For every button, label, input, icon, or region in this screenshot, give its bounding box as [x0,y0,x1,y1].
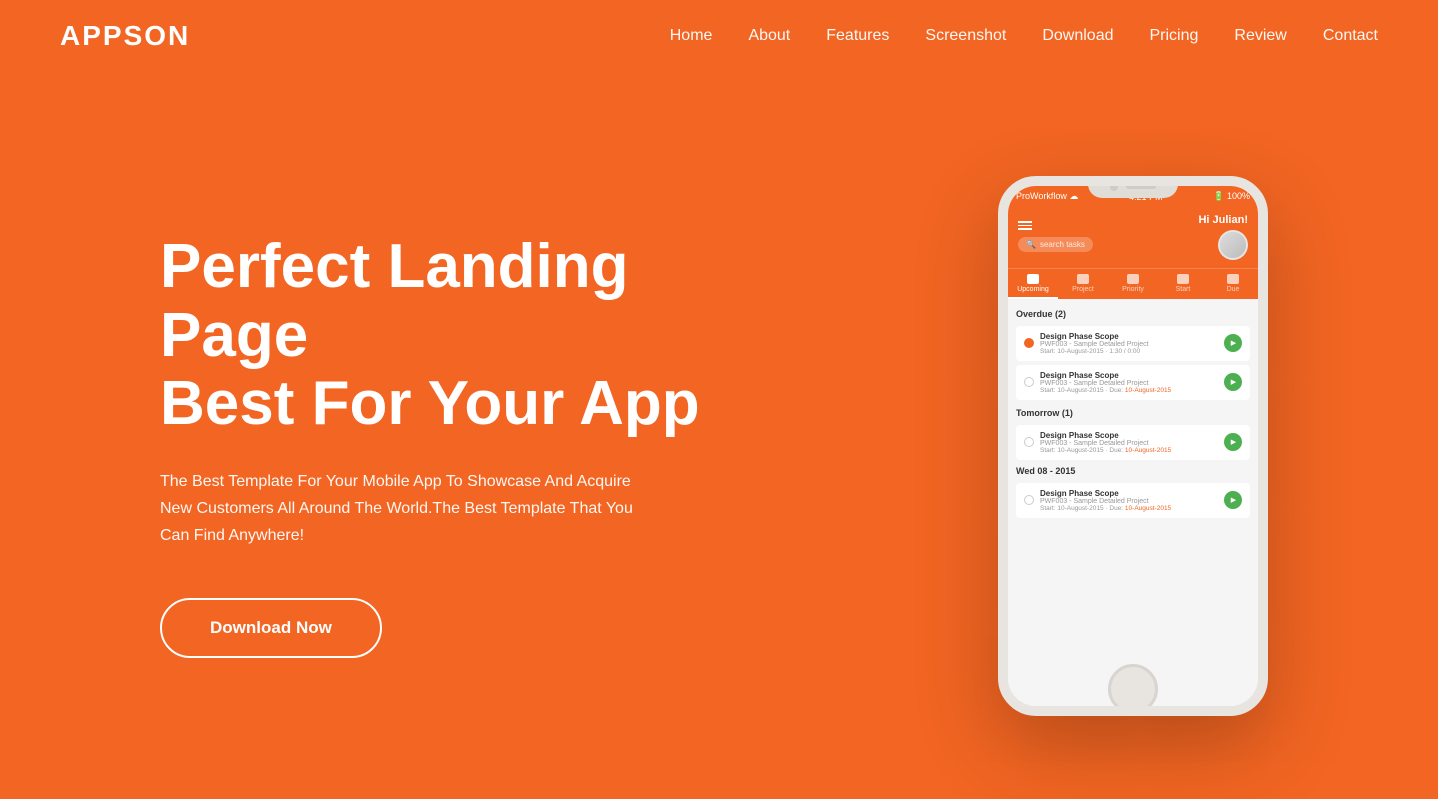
app-task-list: Overdue (2) Design Phase Scope PWF003 - … [1008,299,1258,706]
nav-features[interactable]: Features [826,27,889,44]
task-name: Design Phase Scope [1040,371,1218,380]
tab-start[interactable]: Start [1158,269,1208,299]
search-icon: 🔍 [1026,240,1036,249]
task-play-button[interactable] [1224,433,1242,451]
app-search-bar[interactable]: 🔍 search tasks [1018,237,1093,252]
app-header: 🔍 search tasks Hi Julian! [1008,208,1258,268]
task-dates: Start: 10-August-2015 · Due: 10-August-2… [1040,447,1218,454]
phone-speaker [1126,184,1156,189]
task-item[interactable]: Design Phase Scope PWF003 - Sample Detai… [1016,483,1250,518]
task-name: Design Phase Scope [1040,431,1218,440]
hero-content: Perfect Landing Page Best For Your App T… [160,233,740,657]
task-info: Design Phase Scope PWF003 - Sample Detai… [1040,332,1218,355]
brand-logo: APPSON [60,20,190,52]
nav-pricing[interactable]: Pricing [1149,27,1198,44]
user-avatar [1218,230,1248,260]
status-app-name: ProWorkflow ☁ [1016,191,1078,202]
task-project: PWF003 - Sample Detailed Project [1040,341,1218,348]
tab-priority[interactable]: Priority [1108,269,1158,299]
start-icon [1177,274,1189,284]
task-play-button[interactable] [1224,373,1242,391]
task-dates: Start: 10-August-2015 · 1:30 / 0:00 [1040,348,1218,355]
phone-top-bar [1088,176,1178,198]
task-name: Design Phase Scope [1040,489,1218,498]
task-info: Design Phase Scope PWF003 - Sample Detai… [1040,431,1218,454]
tab-upcoming-label: Upcoming [1017,286,1049,293]
nav-home[interactable]: Home [670,27,713,44]
task-project: PWF003 - Sample Detailed Project [1040,440,1218,447]
phone-frame: ProWorkflow ☁ 4:21 PM 🔋 100% 🔍 search ta… [998,176,1268,716]
hero-title-line2: Best For Your App [160,369,700,438]
tab-project-label: Project [1072,286,1094,293]
nav-review[interactable]: Review [1234,27,1286,44]
tab-start-label: Start [1176,286,1191,293]
navbar: APPSON Home About Features Screenshot Do… [0,0,1438,72]
project-icon [1077,274,1089,284]
phone-mockup: ProWorkflow ☁ 4:21 PM 🔋 100% 🔍 search ta… [998,176,1298,716]
nav-links: Home About Features Screenshot Download … [670,27,1378,45]
task-project: PWF003 - Sample Detailed Project [1040,380,1218,387]
nav-screenshot[interactable]: Screenshot [925,27,1006,44]
upcoming-icon [1027,274,1039,284]
tab-due-label: Due [1227,286,1240,293]
nav-download[interactable]: Download [1042,27,1113,44]
hamburger-icon[interactable] [1018,221,1093,230]
tab-project[interactable]: Project [1058,269,1108,299]
task-item[interactable]: Design Phase Scope PWF003 - Sample Detai… [1016,326,1250,361]
task-start-date: Start: 10-August-2015 [1040,348,1104,355]
task-item[interactable]: Design Phase Scope PWF003 - Sample Detai… [1016,365,1250,400]
phone-screen: ProWorkflow ☁ 4:21 PM 🔋 100% 🔍 search ta… [1008,186,1258,706]
task-item[interactable]: Design Phase Scope PWF003 - Sample Detai… [1016,425,1250,460]
app-greeting: Hi Julian! [1198,214,1248,226]
task-play-button[interactable] [1224,334,1242,352]
task-info: Design Phase Scope PWF003 - Sample Detai… [1040,489,1218,512]
task-dates: Start: 10-August-2015 · Due: 10-August-2… [1040,505,1218,512]
task-play-button[interactable] [1224,491,1242,509]
task-dates: Start: 10-August-2015 · Due: 10-August-2… [1040,387,1218,394]
tab-upcoming[interactable]: Upcoming [1008,269,1058,299]
priority-icon [1127,274,1139,284]
app-nav-tabs: Upcoming Project Priority Start [1008,268,1258,299]
task-alloc: · 1:30 / 0:00 [1105,348,1140,355]
hero-title-line1: Perfect Landing Page [160,232,629,369]
task-checkbox[interactable] [1024,437,1034,447]
task-project: PWF003 - Sample Detailed Project [1040,498,1218,505]
tab-due[interactable]: Due [1208,269,1258,299]
hero-title: Perfect Landing Page Best For Your App [160,233,740,438]
status-battery: 🔋 100% [1213,191,1250,202]
task-checkbox[interactable] [1024,377,1034,387]
section-tomorrow-header: Tomorrow (1) [1016,408,1250,418]
download-now-button[interactable]: Download Now [160,598,382,658]
task-name: Design Phase Scope [1040,332,1218,341]
hero-section: Perfect Landing Page Best For Your App T… [0,72,1438,799]
task-info: Design Phase Scope PWF003 - Sample Detai… [1040,371,1218,394]
task-checkbox[interactable] [1024,338,1034,348]
search-placeholder: search tasks [1040,240,1085,249]
due-icon [1227,274,1239,284]
task-checkbox[interactable] [1024,495,1034,505]
phone-camera [1110,183,1118,191]
nav-about[interactable]: About [748,27,790,44]
nav-contact[interactable]: Contact [1323,27,1378,44]
phone-home-button [1108,664,1158,714]
section-overdue-header: Overdue (2) [1016,309,1250,319]
tab-priority-label: Priority [1122,286,1144,293]
section-wed-header: Wed 08 - 2015 [1016,466,1250,476]
hero-subtitle: The Best Template For Your Mobile App To… [160,468,660,550]
